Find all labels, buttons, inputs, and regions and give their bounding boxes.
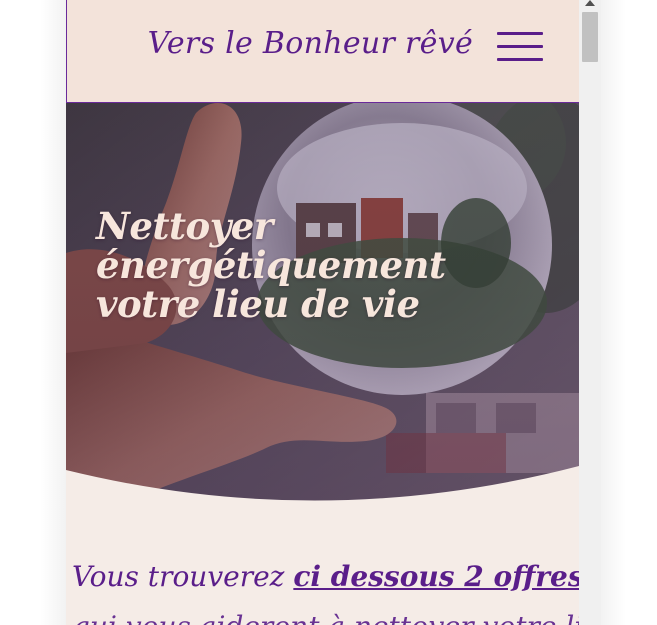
scroll-up-arrow-icon[interactable] — [585, 0, 595, 6]
menu-bar — [497, 58, 543, 61]
scrollbar-thumb[interactable] — [582, 12, 598, 62]
hero-banner: Nettoyer énergétiquement votre lieu de v… — [66, 103, 579, 503]
site-title[interactable]: Vers le Bonheur rêvé — [148, 26, 473, 61]
offers-link[interactable]: ci dessous 2 offres — [293, 560, 579, 593]
hamburger-menu-icon[interactable] — [497, 30, 543, 64]
page-viewport: Vers le Bonheur rêvé Nettoyer énergétiqu… — [66, 0, 579, 625]
page-shadow-left — [40, 0, 66, 625]
menu-bar — [497, 45, 543, 48]
hero-title: Nettoyer énergétiquement votre lieu de v… — [96, 204, 446, 326]
site-header: Vers le Bonheur rêvé — [66, 0, 579, 103]
menu-bar — [497, 32, 543, 35]
scrollbar-track[interactable] — [579, 0, 601, 625]
intro-continuation: qui vous aideront à nettoyer votre lieu — [72, 610, 579, 625]
intro-paragraph: Vous trouverez ci dessous 2 offres — [72, 560, 579, 593]
intro-text: Vous trouverez — [72, 560, 294, 593]
page-shadow-right — [600, 0, 626, 625]
